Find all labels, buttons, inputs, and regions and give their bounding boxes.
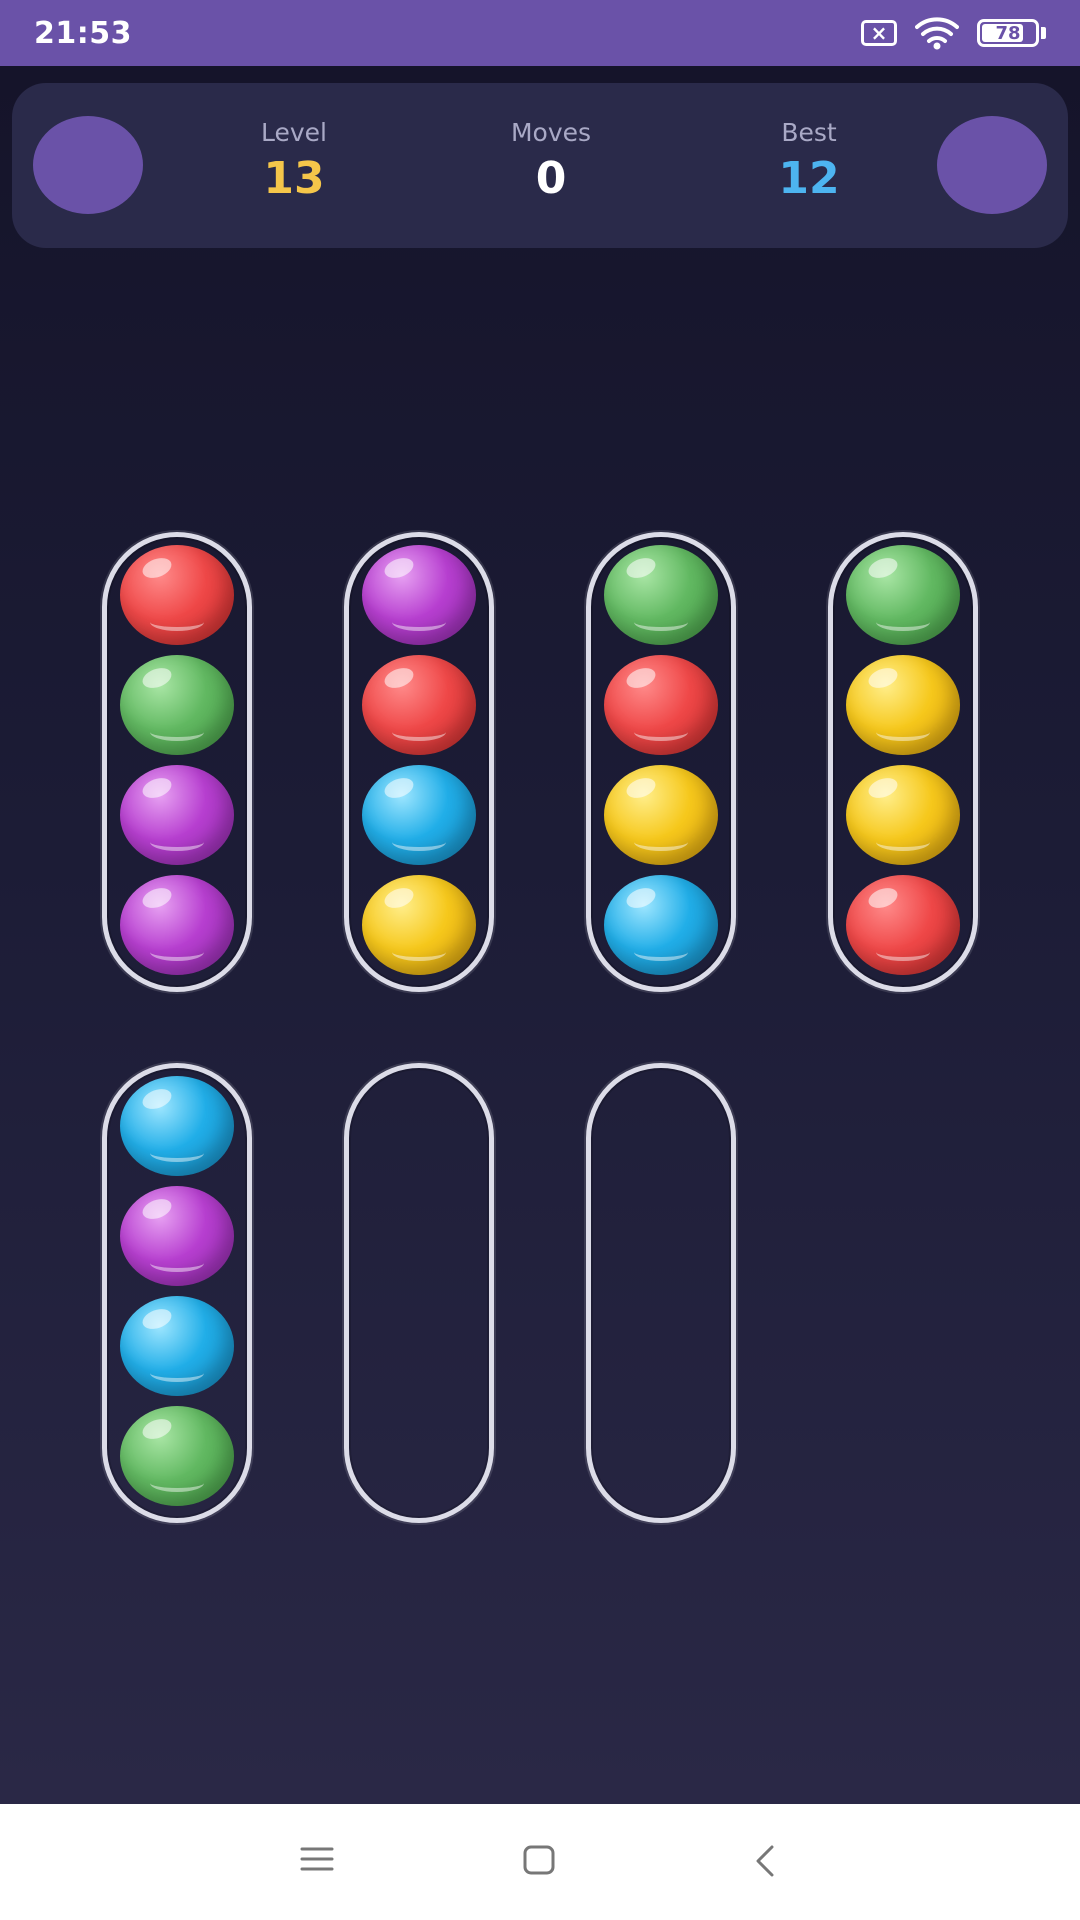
sim-x-icon: × bbox=[861, 20, 897, 46]
menu-icon[interactable] bbox=[300, 1844, 334, 1878]
purple-ball[interactable] bbox=[120, 765, 234, 865]
red-ball[interactable] bbox=[846, 875, 960, 975]
best-value: 12 bbox=[778, 153, 840, 204]
tube-2[interactable] bbox=[344, 532, 494, 992]
yellow-ball[interactable] bbox=[604, 765, 718, 865]
tube-5[interactable] bbox=[102, 1063, 252, 1523]
tube-6[interactable] bbox=[344, 1063, 494, 1523]
navigation-bar bbox=[0, 1804, 1080, 1920]
green-ball[interactable] bbox=[120, 655, 234, 755]
home-icon[interactable] bbox=[522, 1844, 556, 1880]
yellow-ball[interactable] bbox=[846, 765, 960, 865]
tube-3[interactable] bbox=[586, 532, 736, 992]
red-ball[interactable] bbox=[362, 655, 476, 755]
purple-ball[interactable] bbox=[120, 875, 234, 975]
tube-7[interactable] bbox=[586, 1063, 736, 1523]
right-circle-button[interactable] bbox=[937, 116, 1047, 214]
yellow-ball[interactable] bbox=[846, 655, 960, 755]
wifi-icon bbox=[915, 16, 959, 50]
cyan-ball[interactable] bbox=[604, 875, 718, 975]
green-ball[interactable] bbox=[604, 545, 718, 645]
status-bar: 21:53 × 78 bbox=[0, 0, 1080, 66]
moves-stat: Moves 0 bbox=[451, 118, 651, 204]
status-time: 21:53 bbox=[34, 15, 132, 51]
best-label: Best bbox=[781, 118, 837, 147]
green-ball[interactable] bbox=[846, 545, 960, 645]
cyan-ball[interactable] bbox=[362, 765, 476, 865]
green-ball[interactable] bbox=[120, 1406, 234, 1506]
purple-ball[interactable] bbox=[120, 1186, 234, 1286]
status-icons: × 78 bbox=[861, 16, 1046, 50]
best-stat: Best 12 bbox=[709, 118, 909, 204]
tube-4[interactable] bbox=[828, 532, 978, 992]
header-card: Level 13 Moves 0 Best 12 bbox=[12, 83, 1068, 248]
game-board: Level 13 Moves 0 Best 12 bbox=[0, 66, 1080, 1804]
cyan-ball[interactable] bbox=[120, 1076, 234, 1176]
yellow-ball[interactable] bbox=[362, 875, 476, 975]
level-value: 13 bbox=[263, 153, 325, 204]
left-circle-button[interactable] bbox=[33, 116, 143, 214]
level-label: Level bbox=[261, 118, 327, 147]
purple-ball[interactable] bbox=[362, 545, 476, 645]
battery-level: 78 bbox=[995, 22, 1021, 44]
tube-1[interactable] bbox=[102, 532, 252, 992]
back-icon[interactable] bbox=[752, 1844, 780, 1882]
red-ball[interactable] bbox=[120, 545, 234, 645]
red-ball[interactable] bbox=[604, 655, 718, 755]
cyan-ball[interactable] bbox=[120, 1296, 234, 1396]
moves-label: Moves bbox=[510, 118, 592, 147]
battery-icon: 78 bbox=[977, 19, 1046, 47]
level-stat: Level 13 bbox=[194, 118, 394, 204]
moves-value: 0 bbox=[535, 153, 567, 204]
